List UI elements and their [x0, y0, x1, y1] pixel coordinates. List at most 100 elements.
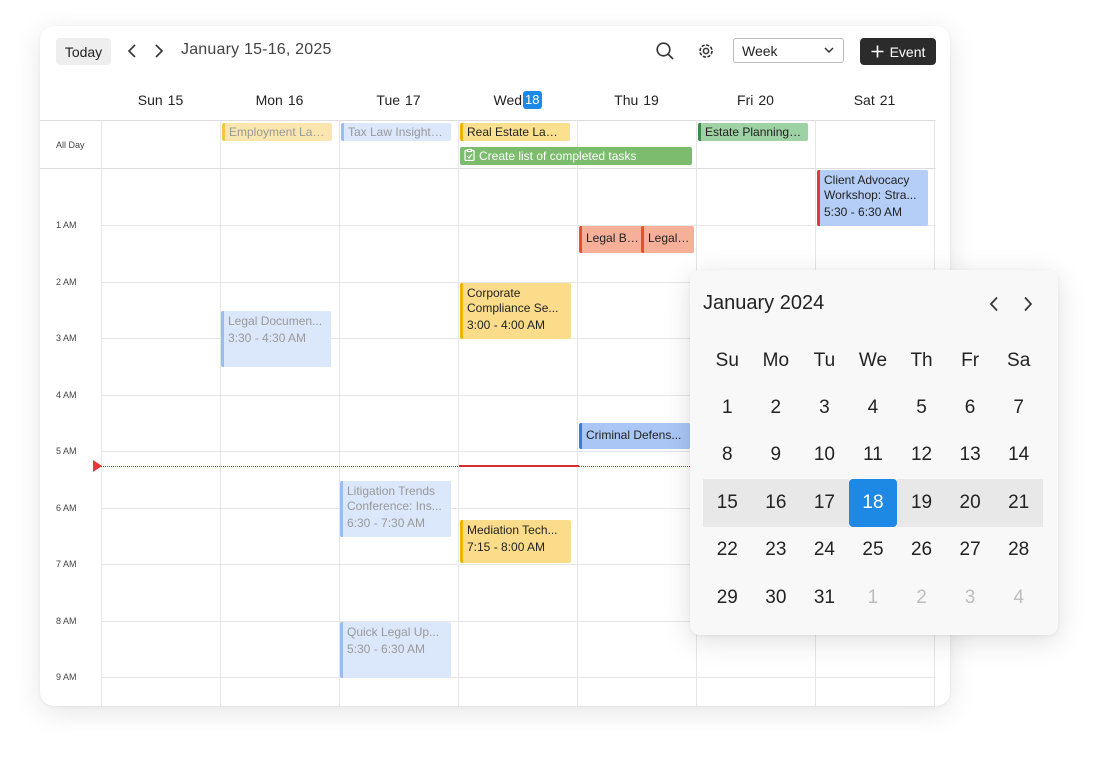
event-title: Litigation Trends Conference: Ins...: [347, 484, 442, 513]
mini-date-cell[interactable]: 13: [946, 432, 995, 480]
mini-date-cell[interactable]: 4: [849, 384, 898, 432]
gear-icon: [699, 44, 713, 58]
toolbar: Today January 15-16, 2025 Week Event: [40, 26, 950, 78]
clipboard-check-icon: [464, 149, 475, 162]
calendar-event[interactable]: Mediation Tech... 7:15 - 8:00 AM: [460, 520, 571, 563]
all-day-event[interactable]: Tax Law Insights: S: [341, 123, 451, 141]
hour-label: 9 AM: [56, 672, 77, 682]
day-header-tue[interactable]: Tue 17: [339, 84, 458, 116]
all-day-event[interactable]: Estate Planning Es: [698, 123, 808, 141]
mini-week-row: 1234567: [703, 384, 1043, 432]
mini-date-cell[interactable]: 1: [849, 574, 898, 622]
mini-date-cell[interactable]: 11: [849, 432, 898, 480]
mini-date-cell[interactable]: 3: [800, 384, 849, 432]
mini-date-cell[interactable]: 7: [994, 384, 1043, 432]
hour-label: 5 AM: [56, 446, 77, 456]
mini-date-cell[interactable]: 14: [994, 432, 1043, 480]
calendar-event[interactable]: Legal Ins: [641, 226, 694, 253]
event-title: Estate Planning Es: [705, 125, 804, 139]
all-day-event[interactable]: Real Estate Law W: [460, 123, 570, 141]
view-select-value: Week: [742, 42, 778, 59]
search-button[interactable]: [654, 40, 676, 62]
day-header-thu[interactable]: Thu 19: [577, 84, 696, 116]
calendar-event[interactable]: Litigation Trends Conference: Ins... 6:30…: [340, 481, 451, 537]
day-name: Mon: [255, 92, 283, 108]
mini-date-cell[interactable]: 24: [800, 527, 849, 575]
day-column-divider: [458, 120, 459, 706]
hour-label: 2 AM: [56, 277, 77, 287]
day-header-mon[interactable]: Mon 16: [220, 84, 339, 116]
event-title: Legal Documen...: [228, 314, 323, 328]
mini-date-cell[interactable]: 29: [703, 574, 752, 622]
mini-date-cell[interactable]: 2: [897, 574, 946, 622]
all-day-label: All Day: [56, 140, 85, 150]
calendar-event[interactable]: Legal Documen... 3:30 - 4:30 AM: [221, 311, 331, 367]
prev-week-button[interactable]: [122, 41, 142, 61]
mini-date-cell[interactable]: 3: [946, 574, 995, 622]
mini-date-cell[interactable]: 1: [703, 384, 752, 432]
next-week-button[interactable]: [149, 41, 169, 61]
day-header-wed[interactable]: Wed 18: [458, 84, 577, 116]
calendar-event[interactable]: Legal Brie: [579, 226, 643, 253]
mini-week-row: 29 30 31 1 2 3 4: [703, 574, 1043, 622]
hour-label: 4 AM: [56, 390, 77, 400]
mini-date-cell[interactable]: 19: [897, 479, 946, 527]
mini-date-cell[interactable]: 30: [752, 574, 801, 622]
mini-date-cell[interactable]: 22: [703, 527, 752, 575]
day-header-sun[interactable]: Sun 15: [101, 84, 220, 116]
view-select[interactable]: Week: [733, 38, 844, 63]
mini-date-cell[interactable]: 16: [751, 479, 801, 527]
settings-button[interactable]: [695, 40, 717, 62]
mini-date-cell[interactable]: 31: [800, 574, 849, 622]
mini-calendar-grid: Su Mo Tu We Th Fr Sa 1 2 3 4 5 6 7 8 9 10 11 12 13 14 15 16 17 1…: [703, 337, 1043, 622]
mini-date-cell[interactable]: 26: [897, 527, 946, 575]
mini-next-month-button[interactable]: [1017, 293, 1039, 315]
mini-weekday-row: Su Mo Tu We Th Fr Sa: [703, 337, 1043, 384]
day-name: Sat: [853, 92, 875, 108]
today-button[interactable]: Today: [56, 38, 111, 65]
event-title: Legal Ins: [648, 231, 690, 245]
mini-date-cell[interactable]: 6: [946, 384, 995, 432]
day-number: 20: [758, 92, 774, 108]
mini-date-cell[interactable]: 20: [945, 479, 995, 527]
mini-date-cell[interactable]: 8: [703, 432, 752, 480]
mini-date-cell[interactable]: 23: [752, 527, 801, 575]
mini-date-cell[interactable]: 12: [897, 432, 946, 480]
event-title: Mediation Tech...: [467, 523, 558, 537]
mini-date-cell[interactable]: 17: [800, 479, 849, 527]
mini-weekday-label: Su: [715, 349, 739, 371]
day-number: 19: [643, 92, 659, 108]
all-day-event[interactable]: Employment Law S: [222, 123, 332, 141]
mini-date-cell[interactable]: 27: [946, 527, 995, 575]
calendar-event[interactable]: Quick Legal Up... 5:30 - 6:30 AM: [340, 622, 451, 678]
mini-date-cell[interactable]: 2: [752, 384, 801, 432]
add-event-button[interactable]: Event: [860, 38, 936, 65]
day-header-sat[interactable]: Sat 21: [815, 84, 934, 116]
hour-label: 3 AM: [56, 333, 77, 343]
task-create-list[interactable]: Create list of completed tasks: [460, 147, 692, 165]
mini-date-cell[interactable]: 9: [752, 432, 801, 480]
day-header-fri[interactable]: Fri 20: [696, 84, 815, 116]
mini-date-cell[interactable]: 10: [800, 432, 849, 480]
task-title: Create list of completed tasks: [479, 149, 637, 163]
hour-label: 8 AM: [56, 616, 77, 626]
day-name: Sun: [137, 92, 163, 108]
calendar-event[interactable]: Criminal Defens...: [579, 423, 690, 449]
today-date-badge: 18: [523, 91, 542, 109]
mini-date-cell[interactable]: 28: [994, 527, 1043, 575]
mini-calendar-popup: January 2024 Su Mo Tu We Th Fr Sa 1 2 3 4 5 6 7 8 9 10 11…: [690, 270, 1058, 635]
hour-label: 1 AM: [56, 220, 77, 230]
mini-selected-date[interactable]: 18: [848, 479, 898, 527]
add-event-label: Event: [889, 43, 926, 60]
mini-prev-month-button[interactable]: [983, 293, 1005, 315]
calendar-event[interactable]: Client Advocacy Workshop: Stra... 5:30 - …: [817, 170, 928, 226]
calendar-event[interactable]: Corporate Compliance Se... 3:00 - 4:00 AM: [460, 283, 571, 339]
event-title: Legal Brie: [586, 231, 639, 245]
mini-date-cell[interactable]: 5: [897, 384, 946, 432]
mini-date-cell[interactable]: 15: [703, 479, 752, 527]
mini-date-cell[interactable]: 25: [849, 527, 898, 575]
chevron-left-icon: [127, 44, 136, 58]
mini-date-cell[interactable]: 21: [994, 479, 1043, 527]
day-number: 15: [167, 92, 184, 108]
mini-date-cell[interactable]: 4: [994, 574, 1043, 622]
